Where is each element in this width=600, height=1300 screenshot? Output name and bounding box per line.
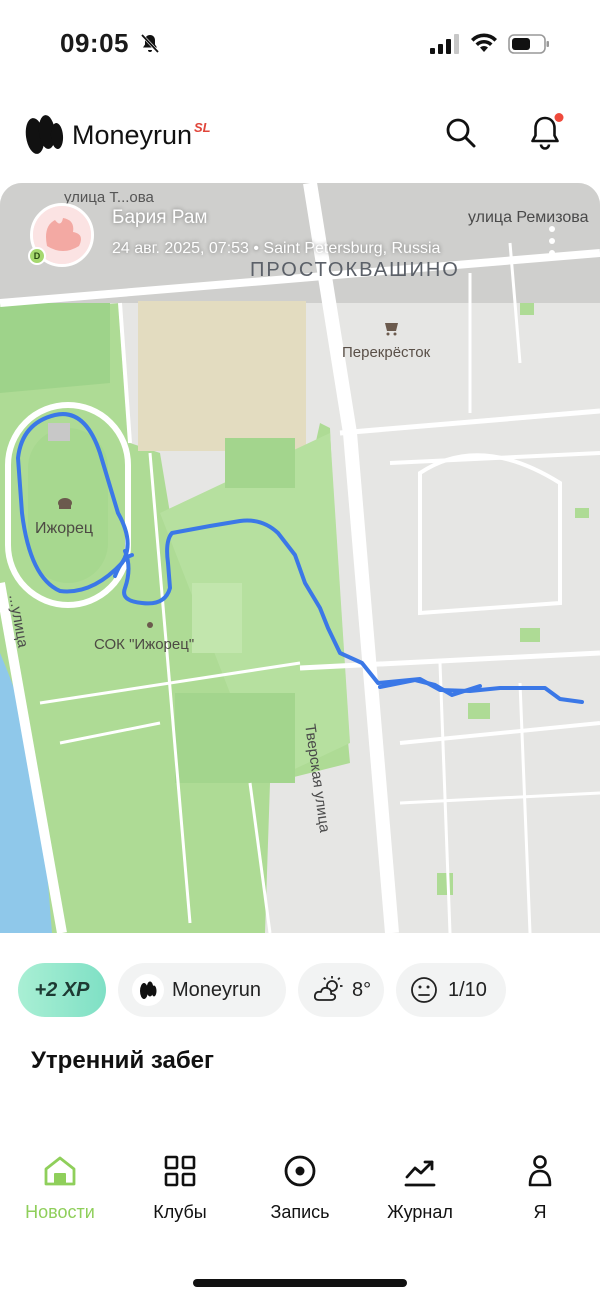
partly-cloudy-icon bbox=[313, 976, 343, 1001]
grid-icon bbox=[164, 1155, 196, 1187]
activity-map[interactable]: улица Т...ова улица Ремизова ПРОСТОКВАШИ… bbox=[0, 183, 600, 933]
map-canvas bbox=[0, 183, 600, 933]
more-options-icon[interactable] bbox=[540, 223, 564, 259]
weather-chip[interactable]: 8° bbox=[298, 963, 384, 1017]
battery-icon bbox=[508, 34, 549, 54]
app-name: Moneyrun bbox=[72, 120, 193, 150]
bell-slash-icon bbox=[140, 33, 160, 54]
nav-label: Запись bbox=[270, 1202, 330, 1222]
club-chip[interactable]: Moneyrun bbox=[118, 963, 286, 1017]
app-suffix: SL bbox=[194, 120, 211, 135]
activity-title[interactable]: Утренний забег bbox=[31, 1047, 214, 1075]
poi-dot-icon bbox=[147, 622, 153, 628]
status-time: 09:05 bbox=[60, 28, 129, 58]
nav-item-clubs[interactable]: Клубы bbox=[120, 1145, 240, 1235]
home-icon bbox=[44, 1156, 76, 1186]
moneyrun-club-icon bbox=[132, 974, 164, 1006]
map-label-street-top-left: улица Т...ова bbox=[64, 189, 154, 206]
nav-item-profile[interactable]: Я bbox=[480, 1145, 600, 1235]
activity-chips: +2 XP Moneyrun 8° 1/10 bbox=[0, 963, 600, 1019]
nav-label: Журнал bbox=[387, 1202, 453, 1222]
xp-value: +2 XP bbox=[34, 978, 90, 1001]
temperature: 8° bbox=[352, 978, 372, 1001]
home-indicator[interactable] bbox=[193, 1279, 407, 1287]
record-icon bbox=[284, 1155, 316, 1187]
effort-chip[interactable]: 1/10 bbox=[396, 963, 506, 1017]
nav-item-record[interactable]: Запись bbox=[240, 1145, 360, 1235]
nav-label: Я bbox=[533, 1202, 547, 1222]
club-name: Moneyrun bbox=[172, 978, 261, 1001]
nav-label: Клубы bbox=[153, 1202, 207, 1222]
post-meta: 24 авг. 2025, 07:53 • Saint Petersburg, … bbox=[112, 240, 441, 257]
nav-item-news[interactable]: Новости bbox=[0, 1145, 120, 1235]
xp-chip[interactable]: +2 XP bbox=[18, 963, 106, 1017]
status-bar: 09:05 bbox=[0, 0, 600, 90]
map-label-stadium: Ижорец bbox=[35, 520, 94, 537]
wifi-icon bbox=[471, 33, 497, 52]
chart-icon bbox=[404, 1160, 436, 1187]
map-label-district: ПРОСТОКВАШИНО bbox=[250, 259, 460, 281]
app-header: Moneyrun SL bbox=[0, 90, 600, 180]
neutral-face-icon bbox=[411, 977, 437, 1003]
nav-label: Новости bbox=[25, 1202, 95, 1222]
bell-icon[interactable] bbox=[528, 112, 564, 152]
map-label-street-remizova: улица Ремизова bbox=[468, 209, 589, 226]
author-level-badge: D bbox=[28, 247, 46, 265]
stadium-icon bbox=[58, 498, 72, 509]
bottom-nav: Новости Клубы Запись Журнал Я bbox=[0, 1145, 600, 1235]
effort-value: 1/10 bbox=[448, 978, 487, 1001]
profile-icon bbox=[528, 1155, 552, 1187]
author-name[interactable]: Бария Рам bbox=[112, 207, 207, 229]
signal-icon bbox=[430, 34, 459, 54]
moneyrun-logo-icon bbox=[25, 115, 64, 154]
nav-item-journal[interactable]: Журнал bbox=[360, 1145, 480, 1235]
notification-dot bbox=[554, 113, 564, 122]
map-label-sports-complex: СОК "Ижорец" bbox=[94, 636, 195, 653]
search-icon[interactable] bbox=[444, 116, 478, 150]
map-label-shop: Перекрёсток bbox=[342, 344, 431, 361]
